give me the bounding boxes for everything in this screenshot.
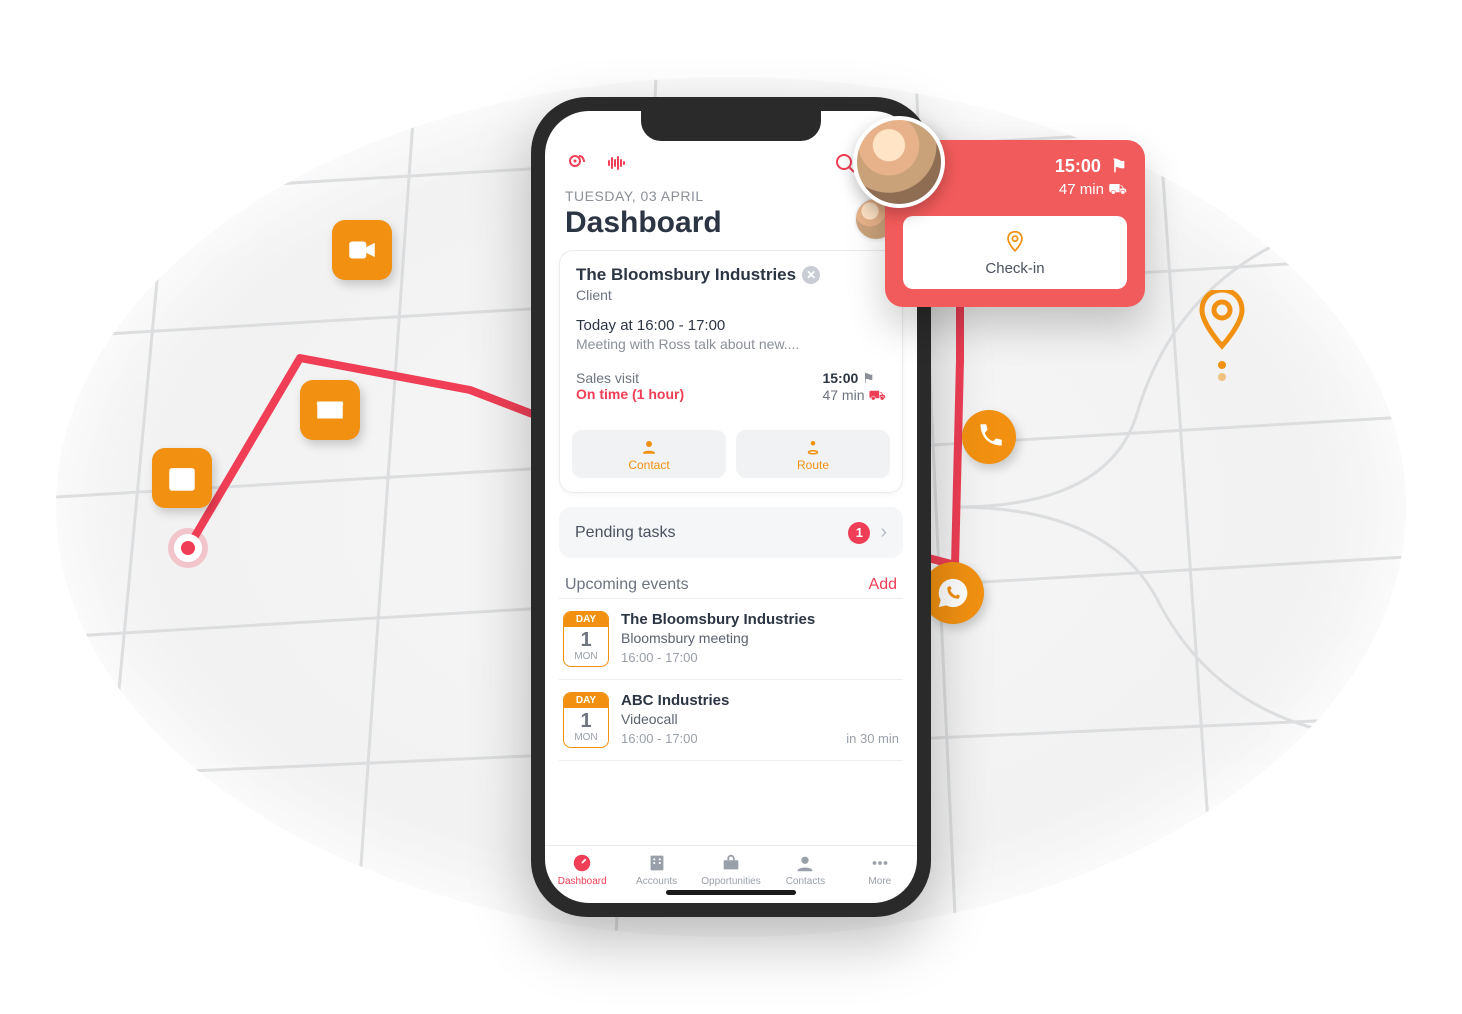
event-time: 16:00 - 17:00 xyxy=(621,650,698,665)
depart-time: 15:00 xyxy=(822,370,886,387)
calendar-icon xyxy=(152,448,212,508)
event-time: 16:00 - 17:00 xyxy=(621,731,698,746)
pending-tasks-label: Pending tasks xyxy=(575,524,838,542)
add-event-button[interactable]: Add xyxy=(869,576,897,594)
date-line: TUESDAY, 03 APRIL xyxy=(565,188,843,204)
close-icon[interactable]: ✕ xyxy=(802,266,820,284)
mail-icon xyxy=(300,380,360,440)
meeting-description: Meeting with Ross talk about new.... xyxy=(576,336,886,352)
visit-label: Sales visit xyxy=(576,370,684,386)
page-title: Dashboard xyxy=(565,206,843,240)
car-icon: ⛟ xyxy=(1108,181,1127,200)
popover-travel: 47 min xyxy=(1059,181,1104,200)
event-subtitle: Videocall xyxy=(621,711,899,727)
date-chip: DAY 1 MON xyxy=(563,611,609,667)
sound-wave-icon[interactable] xyxy=(605,151,629,180)
notch xyxy=(641,111,821,141)
route-origin-icon xyxy=(174,534,202,562)
pending-tasks-row[interactable]: Pending tasks 1 › xyxy=(559,507,903,558)
event-row[interactable]: DAY 1 MON ABC Industries Videocall 16:00… xyxy=(559,680,903,761)
tab-opportunities[interactable]: Opportunities xyxy=(694,852,768,887)
phone-icon xyxy=(962,410,1016,464)
phone-frame: TUESDAY, 03 APRIL Dashboard The Bloomsbu… xyxy=(531,97,931,917)
route-button[interactable]: Route xyxy=(736,430,890,478)
section-upcoming-label: Upcoming events xyxy=(565,576,689,594)
home-indicator xyxy=(666,890,796,895)
client-card[interactable]: The Bloomsbury Industries ✕ Client Today… xyxy=(559,250,903,493)
client-type: Client xyxy=(576,287,886,303)
contact-button[interactable]: Contact xyxy=(572,430,726,478)
flag-icon: ⚑ xyxy=(1111,156,1127,177)
event-title: ABC Industries xyxy=(621,692,899,709)
destination-pin-icon xyxy=(1198,290,1246,355)
client-name: The Bloomsbury Industries xyxy=(576,265,796,285)
tab-accounts[interactable]: Accounts xyxy=(619,852,693,887)
tab-more[interactable]: More xyxy=(843,852,917,887)
video-icon xyxy=(332,220,392,280)
popover-time: 15:00 xyxy=(1055,156,1101,177)
status-label: On time (1 hour) xyxy=(576,386,684,402)
travel-time: 47 min ⛟ xyxy=(822,387,886,406)
checkin-popover: 15:00 ⚑ 47 min ⛟ Check-in xyxy=(885,140,1145,307)
meeting-time: Today at 16:00 - 17:00 xyxy=(576,317,886,334)
tab-dashboard[interactable]: Dashboard xyxy=(545,852,619,887)
whatsapp-icon xyxy=(922,562,984,624)
tab-contacts[interactable]: Contacts xyxy=(768,852,842,887)
pending-tasks-count: 1 xyxy=(848,522,870,544)
event-row[interactable]: DAY 1 MON The Bloomsbury Industries Bloo… xyxy=(559,599,903,680)
event-subtitle: Bloomsbury meeting xyxy=(621,630,899,646)
app-logo-icon[interactable] xyxy=(565,151,589,180)
checkin-button[interactable]: Check-in xyxy=(903,216,1127,289)
date-chip: DAY 1 MON xyxy=(563,692,609,748)
event-countdown: in 30 min xyxy=(846,731,899,746)
chevron-right-icon: › xyxy=(880,521,887,544)
event-title: The Bloomsbury Industries xyxy=(621,611,899,628)
popover-avatar xyxy=(853,116,945,208)
